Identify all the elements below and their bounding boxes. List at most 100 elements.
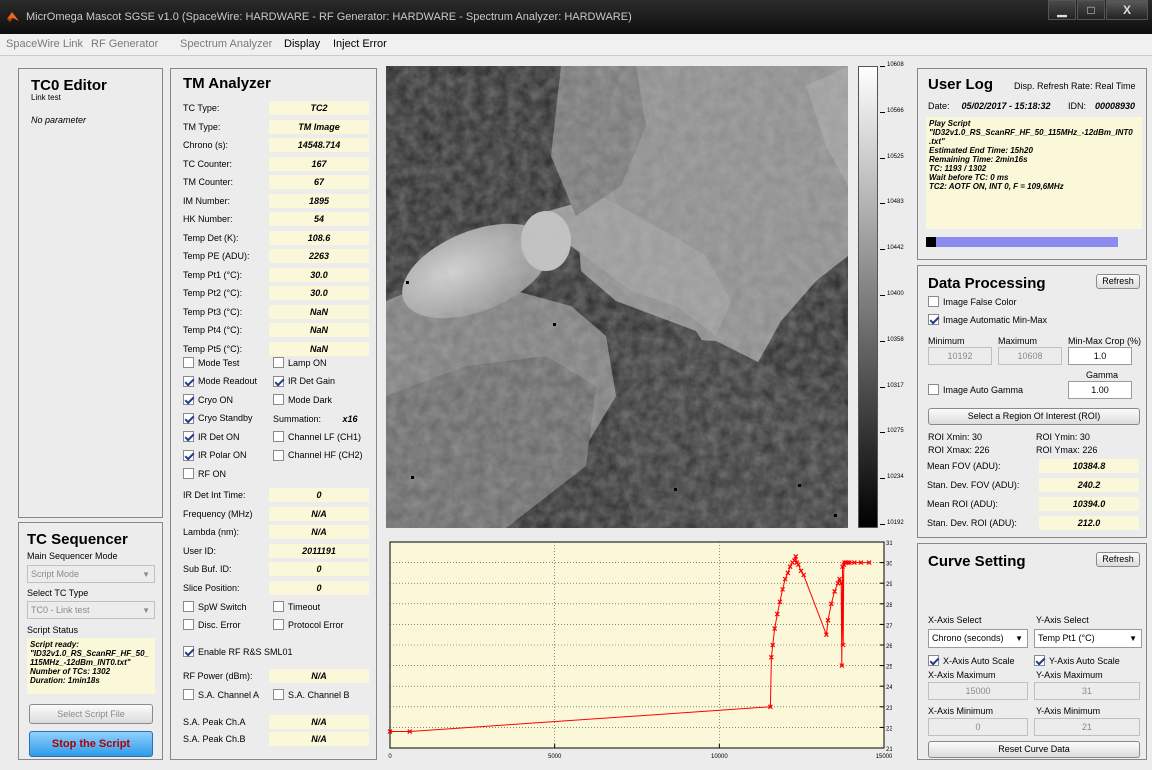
x-max-field[interactable]: 15000 [928,682,1028,700]
tm-label: TM Counter: [183,177,234,187]
timeout-checkbox[interactable]: Timeout [273,601,320,612]
tm-checkbox[interactable]: Mode Readout [183,375,257,387]
y-auto-scale-checkbox[interactable]: Y-Axis Auto Scale [1034,655,1120,666]
false-color-checkbox[interactable]: Image False Color [928,296,1017,307]
checkbox-box [273,601,284,612]
colorbar-tick-label: 10358 [887,336,904,343]
data-processing-title: Data Processing [928,275,1046,292]
sequencer-mode-value: Script Mode [31,569,80,579]
sa-channel-a-checkbox[interactable]: S.A. Channel A [183,689,259,700]
menu-inject-error[interactable]: Inject Error [333,38,387,50]
sequencer-mode-select[interactable]: Script Mode ▼ [27,565,155,583]
disc-error-checkbox[interactable]: Disc. Error [183,619,241,630]
sa-channel-b-checkbox[interactable]: S.A. Channel B [273,689,350,700]
auto-gamma-checkbox[interactable]: Image Auto Gamma [928,384,1023,395]
enable-rf-checkbox[interactable]: Enable RF R&S SML01 [183,646,293,657]
auto-minmax-checkbox[interactable]: Image Automatic Min-Max [928,314,1047,325]
crop-field[interactable]: 1.0 [1068,347,1132,365]
temperature-curve-chart[interactable]: 21 22 23 24 25 26 27 28 29 30 31 0 5000 10000 15000 [386,538,893,770]
tm-label: TC Counter: [183,158,233,169]
colorbar-tick-mark [880,432,885,434]
auto-gamma-label: Image Auto Gamma [943,384,1024,395]
checkbox-box [183,412,194,424]
tm-checkbox[interactable]: Lamp ON [273,357,327,368]
sa-peak-b-value: N/A [269,732,369,746]
maximum-label: Maximum [998,336,1038,346]
roi-ymin: ROI Ymin: 30 [1036,432,1090,442]
chart-y-tick-label: 30 [886,562,892,568]
sa-peak-a-value: N/A [269,715,369,729]
tc-type-label: Select TC Type [27,588,89,598]
roi-xmin: ROI Xmin: 30 [928,432,983,442]
x-auto-scale-checkbox[interactable]: X-Axis Auto Scale [928,655,1015,666]
tm-checkbox[interactable]: Cryo ON [183,394,233,405]
tm-checkbox[interactable]: Channel HF (CH2) [273,449,363,461]
x-max-label: X-Axis Maximum [928,670,996,680]
tm-label: Chrono (s): [183,140,229,150]
idn-value: 00008930 [1094,101,1136,111]
chart-y-tick-label: 28 [886,603,892,609]
detector-image[interactable] [386,66,848,528]
maximum-field[interactable]: 10608 [998,347,1062,365]
colorbar-tick-label: 10275 [887,428,904,435]
x-axis-select[interactable]: Chrono (seconds) ▼ [928,629,1028,648]
tm-checkbox[interactable]: IR Det Gain [273,375,335,387]
script-status-text: Script ready: "ID32v1.0_RS_ScanRF_HF_50_… [27,638,155,694]
tm-label: Slice Position: [183,582,240,593]
date-label: Date: [928,101,950,111]
stop-script-button[interactable]: Stop the Script [29,731,153,757]
y-axis-select[interactable]: Temp Pt1 (°C) ▼ [1034,629,1142,648]
user-log-panel: User Log Disp. Refresh Rate: Real Time D… [917,68,1147,260]
minimize-button[interactable]: ▁ [1048,0,1076,20]
tm-label: Temp PE (ADU): [183,251,250,261]
tm-checkbox[interactable]: IR Det ON [183,431,240,442]
gamma-field[interactable]: 1.00 [1068,381,1132,399]
tm-checkbox-label: Mode Dark [288,394,333,405]
summation-label: Summation: [273,414,322,424]
tm-checkbox[interactable]: Cryo Standby [183,412,253,424]
tm-value: N/A [269,506,369,521]
select-script-file-button[interactable]: Select Script File [29,704,153,724]
select-roi-button[interactable]: Select a Region Of Interest (ROI) [928,408,1140,425]
chart-x-tick-label: 0 [388,754,392,760]
tm-checkbox-label: Cryo ON [198,394,234,405]
colorbar-tick-mark [880,340,885,342]
tm-checkbox[interactable]: Mode Test [183,357,239,368]
tm-analyzer-panel: TM Analyzer TC Type: TC2 TM Type: TM Image C… [170,68,377,760]
minimum-field[interactable]: 10192 [928,347,992,365]
cs-refresh-button[interactable]: Refresh [1096,552,1140,567]
dp-stat-label: Stan. Dev. ROI (ADU): [927,518,1017,528]
dp-stat-label: Mean FOV (ADU): [927,461,1001,471]
spw-switch-checkbox[interactable]: SpW Switch [183,601,247,612]
tm-value: 0 [269,580,369,595]
protocol-error-checkbox[interactable]: Protocol Error [273,619,344,630]
menu-rf-generator[interactable]: RF Generator [91,38,158,50]
tm-value: TM Image [269,119,369,134]
tc-type-select[interactable]: TC0 - Link test ▼ [27,601,155,619]
tm-value: 0 [269,562,369,576]
tm-checkbox[interactable]: Channel LF (CH1) [273,431,361,442]
reset-curve-button[interactable]: Reset Curve Data [928,741,1140,758]
tm-checkbox[interactable]: Mode Dark [273,394,332,405]
tm-checkbox[interactable]: IR Polar ON [183,449,247,461]
tm-value: 14548.714 [269,138,369,152]
colorbar-tick-mark [880,249,885,251]
menu-display[interactable]: Display [284,38,320,50]
chart-y-tick-label: 25 [886,665,892,671]
curve-setting-panel: Curve Setting Refresh X-Axis Select Y-Ax… [917,543,1147,760]
close-button[interactable]: X [1106,0,1148,20]
y-max-field[interactable]: 31 [1034,682,1140,700]
tc0-subtitle: Link test [31,93,61,102]
x-min-field[interactable]: 0 [928,718,1028,736]
tm-label: HK Number: [183,214,233,224]
tc-type-value: TC0 - Link test [31,605,90,615]
dp-refresh-button[interactable]: Refresh [1096,274,1140,289]
menu-spacewire-link[interactable]: SpaceWire Link [6,38,83,50]
maximize-button[interactable]: □ [1077,0,1105,20]
y-min-field[interactable]: 21 [1034,718,1140,736]
tm-checkbox[interactable]: RF ON [183,468,226,479]
tm-value: 2263 [269,249,369,263]
menu-spectrum-analyzer[interactable]: Spectrum Analyzer [180,38,272,50]
tm-checkbox-label: IR Det ON [198,431,240,442]
checkbox-box [183,394,194,405]
